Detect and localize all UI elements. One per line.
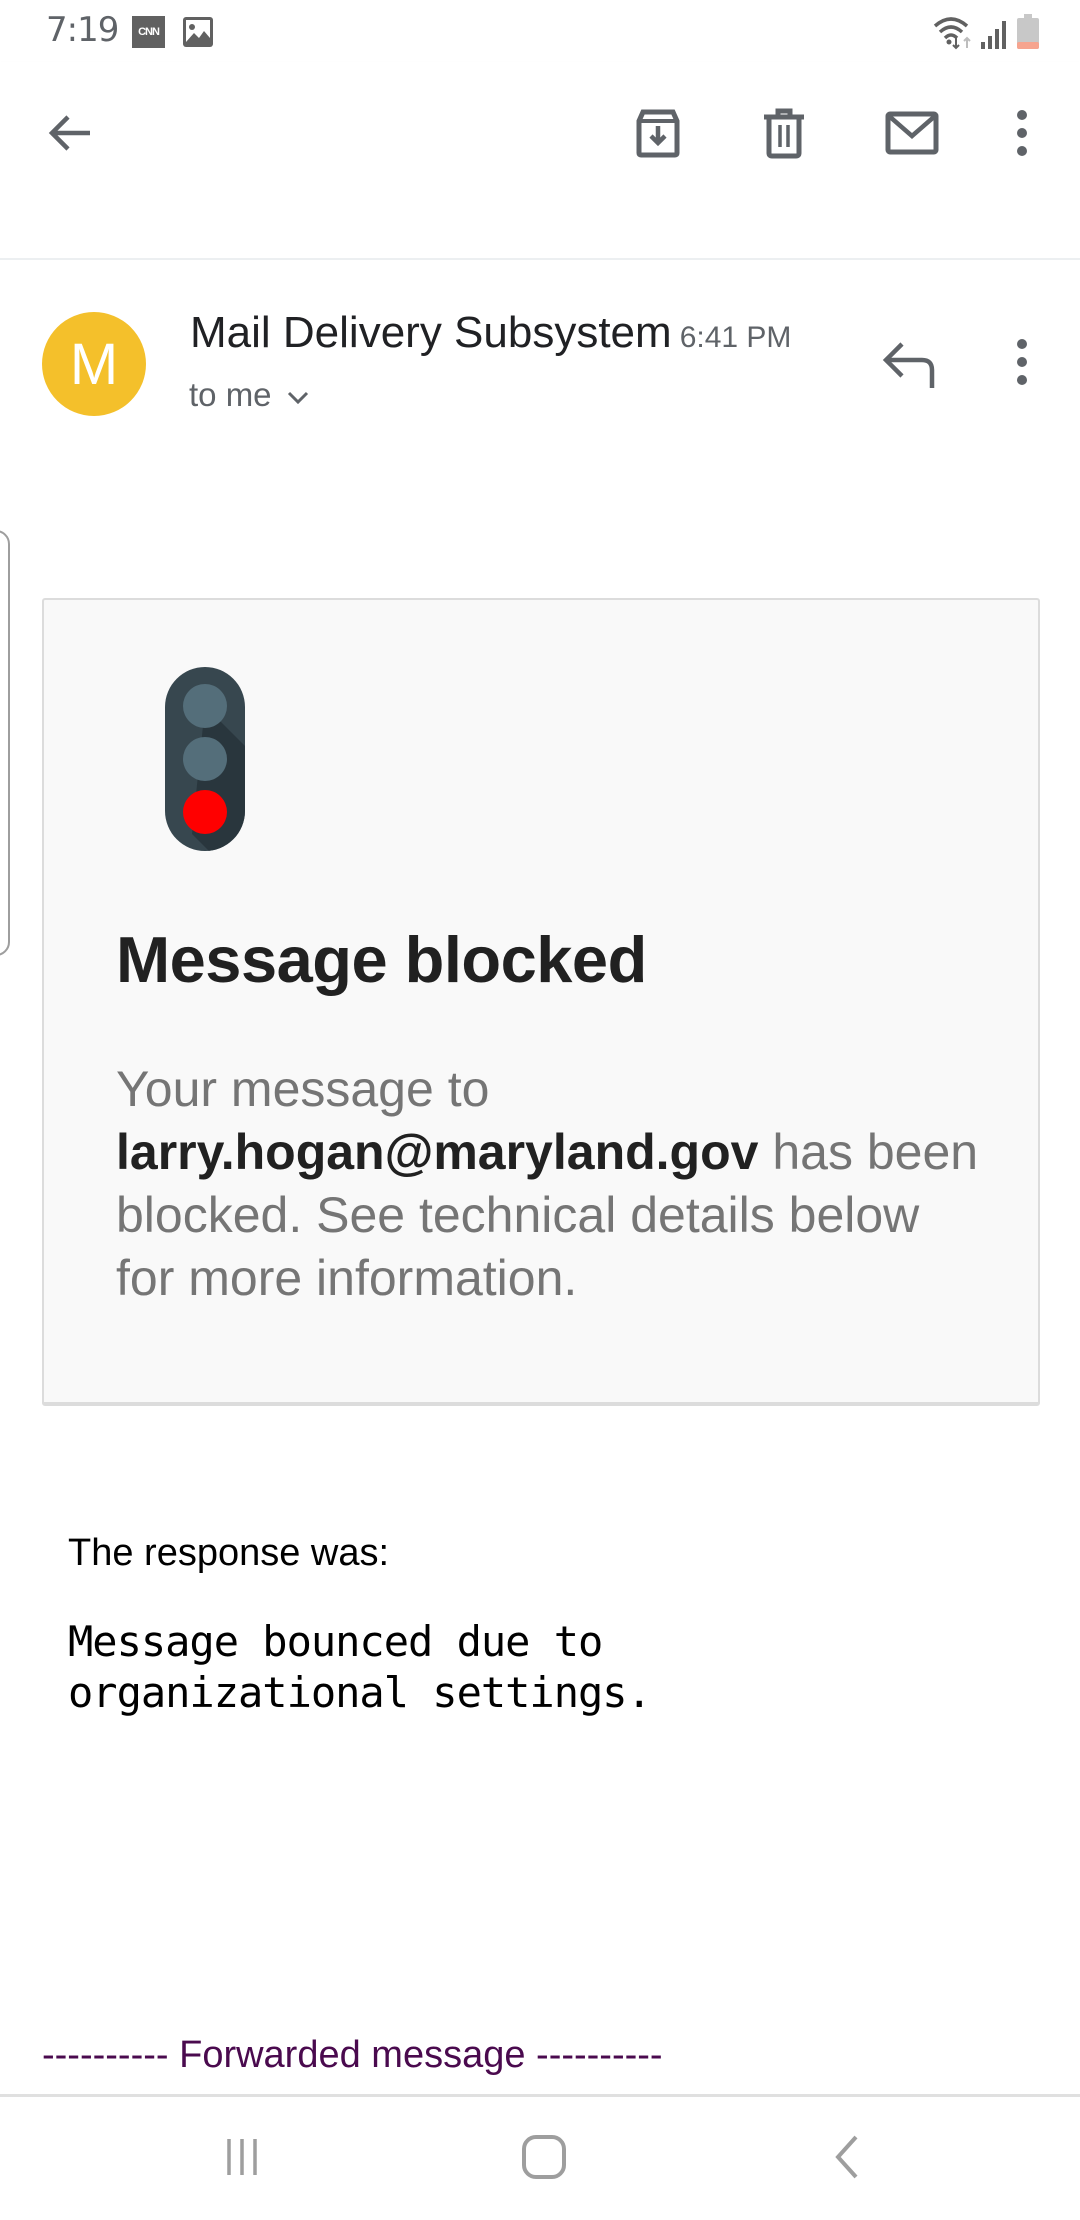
recipient-label: to me [189,376,272,413]
recents-button[interactable] [202,2127,282,2191]
card-body: Your message to larry.hogan@maryland.gov… [116,1058,986,1310]
reply-icon [880,342,944,400]
response-label: The response was: [68,1532,390,1574]
back-nav-icon [828,2133,864,2186]
recipient-toggle[interactable]: to me [189,376,310,414]
cnn-icon: CNN [132,16,165,48]
archive-icon [632,107,684,164]
wifi-icon [932,16,974,55]
message-time: 6:41 PM [679,321,792,354]
sender-line: Mail Delivery Subsystem 6:41 PM [190,308,791,358]
blocked-recipient-email: larry.hogan@maryland.gov [116,1124,759,1180]
forwarded-message-header: ---------- Forwarded message ---------- [42,2034,663,2076]
archive-button[interactable] [626,103,690,167]
system-nav-bar [0,2094,1080,2220]
home-button[interactable] [504,2127,584,2191]
mark-unread-icon [884,109,940,162]
delete-icon [758,107,810,164]
delete-button[interactable] [752,103,816,167]
signal-icon [980,18,1010,55]
back-icon [46,109,94,162]
app-bar [0,62,1080,212]
home-icon [520,2133,568,2186]
mark-unread-button[interactable] [880,103,944,167]
more-vert-icon [1014,109,1030,162]
message-more-button[interactable] [990,332,1054,396]
battery-low-icon [1016,14,1040,55]
gallery-icon [182,16,214,48]
card-body-prefix: Your message to [116,1061,490,1117]
reply-button[interactable] [880,332,944,396]
traffic-light-icon [164,666,246,857]
sender-avatar[interactable]: M [42,312,146,416]
recents-icon [220,2135,264,2184]
back-button[interactable] [38,103,102,167]
nav-back-button[interactable] [806,2127,886,2191]
card-title: Message blocked [116,923,647,996]
chevron-down-icon [286,376,310,414]
status-time: 7:19 [46,10,119,50]
message-blocked-card: Message blocked Your message to larry.ho… [42,598,1040,1406]
edge-panel-handle[interactable] [0,530,10,956]
response-text: Message bounced due to organizational se… [68,1617,652,1717]
status-bar: 7:19 CNN [0,0,1080,62]
more-vert-icon [1014,338,1030,391]
more-options-button[interactable] [990,103,1054,167]
subject-divider [0,212,1080,260]
sender-name: Mail Delivery Subsystem [190,308,672,357]
